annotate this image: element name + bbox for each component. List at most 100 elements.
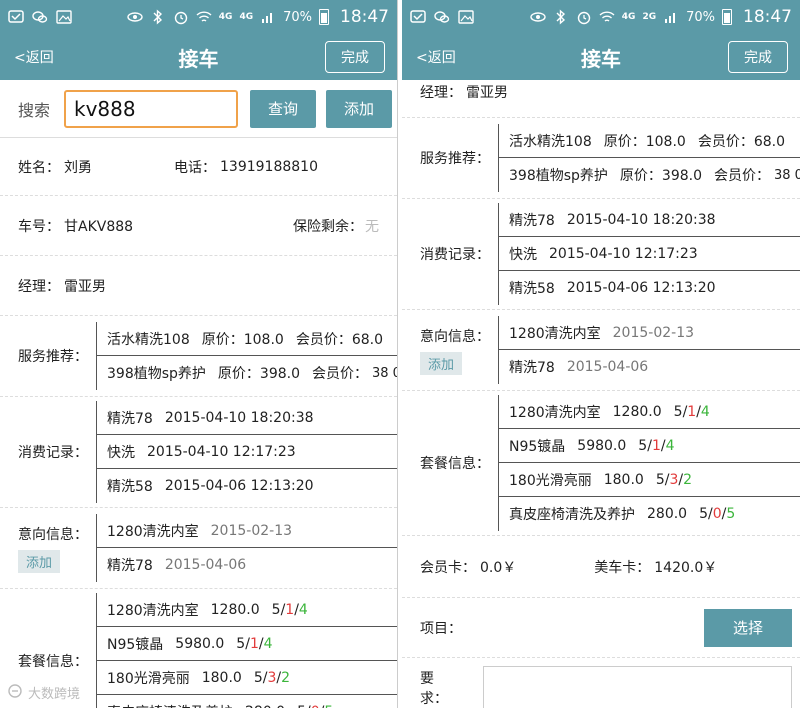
package-name: 1280清洗内室 bbox=[509, 404, 601, 421]
eye-icon bbox=[530, 9, 546, 25]
query-button[interactable]: 查询 bbox=[250, 89, 316, 128]
package-price: 1280.0 bbox=[612, 403, 662, 420]
service-orig-price: 原价：398.0 bbox=[619, 168, 702, 184]
consumption-name: 精洗78 bbox=[509, 212, 555, 229]
back-button[interactable]: <返回 bbox=[416, 47, 456, 67]
add-intention-button[interactable]: 添加 bbox=[18, 549, 61, 573]
consumption-time: 2015-04-10 12:17:23 bbox=[549, 245, 698, 262]
car-card-value: 1420.0￥ bbox=[654, 559, 718, 576]
service-member-price-tail: 38 0 bbox=[372, 365, 397, 381]
package-left: 5 bbox=[726, 506, 736, 522]
requirement-row: 要求： bbox=[402, 658, 800, 708]
package-item: N95镀晶 5980.0 5/1/4 bbox=[97, 627, 397, 661]
manager-name: 雷亚男 bbox=[64, 278, 106, 295]
package-name: 1280清洗内室 bbox=[107, 602, 199, 619]
add-customer-button[interactable]: 添加 bbox=[326, 89, 392, 128]
service-item[interactable]: 398植物sp养护 原价：398.0 会员价： 38 0 bbox=[499, 158, 800, 192]
manager-label: 经理： bbox=[18, 278, 60, 295]
search-label: 搜索 bbox=[18, 100, 51, 120]
package-item: 1280清洗内室 1280.0 5/1/4 bbox=[97, 593, 397, 627]
package-total: 5 bbox=[236, 635, 246, 652]
intention-date: 2015-02-13 bbox=[612, 324, 695, 341]
service-item[interactable]: 398植物sp养护 原价：398.0 会员价： 38 0 bbox=[97, 356, 397, 390]
watermark-logo-icon bbox=[8, 683, 24, 702]
back-button[interactable]: <返回 bbox=[14, 47, 54, 67]
intention-date: 2015-02-13 bbox=[210, 522, 293, 539]
package-item: 180光滑亮丽 180.0 5/3/2 bbox=[499, 463, 800, 497]
wechat-icon bbox=[434, 9, 450, 25]
title-bar: <返回 接车 完成 bbox=[402, 34, 800, 80]
package-item: 真皮座椅清洗及养护 280.0 5/0/5 bbox=[97, 695, 397, 708]
package-price: 5980.0 bbox=[577, 437, 627, 454]
intention-name: 1280清洗内室 bbox=[107, 523, 199, 540]
package-price: 1280.0 bbox=[210, 601, 260, 618]
wifi-icon bbox=[196, 9, 212, 25]
select-project-button[interactable]: 选择 bbox=[704, 608, 792, 647]
requirement-input[interactable] bbox=[483, 666, 792, 708]
plate-number: 甘AKV888 bbox=[64, 218, 134, 235]
package-name: 180光滑亮丽 bbox=[509, 472, 592, 489]
add-intention-button[interactable]: 添加 bbox=[420, 351, 463, 375]
done-button[interactable]: 完成 bbox=[325, 41, 385, 73]
consumption-time: 2015-04-10 12:17:23 bbox=[147, 443, 296, 460]
intention-item: 精洗78 2015-04-06 bbox=[499, 350, 800, 384]
package-left: 2 bbox=[683, 471, 693, 488]
package-used: 3 bbox=[669, 471, 679, 488]
done-button[interactable]: 完成 bbox=[728, 41, 788, 73]
service-member-price: 会员价： bbox=[312, 366, 368, 382]
package-used: 3 bbox=[267, 669, 277, 686]
package-total: 5 bbox=[655, 471, 665, 488]
service-orig-price: 原价：108.0 bbox=[603, 133, 686, 150]
status-bar: 4G 2G 70% 18:47 bbox=[402, 0, 800, 34]
battery-percent: 70% bbox=[283, 9, 312, 25]
service-item[interactable]: 活水精洗108 原价：108.0 会员价：68.0 bbox=[499, 124, 800, 158]
name-label: 姓名： bbox=[18, 159, 60, 176]
service-name: 活水精洗108 bbox=[509, 133, 592, 150]
manager-row: 经理： 雷亚男 bbox=[0, 256, 397, 316]
service-item[interactable]: 活水精洗108 原价：108.0 会员价：68.0 bbox=[97, 322, 397, 356]
service-orig-price: 原价：108.0 bbox=[201, 331, 284, 348]
message-icon bbox=[8, 9, 24, 25]
alarm-icon bbox=[173, 9, 189, 25]
image-icon bbox=[458, 9, 474, 25]
intention-item: 1280清洗内室 2015-02-13 bbox=[97, 514, 397, 548]
service-member-price: 会员价：68.0 bbox=[697, 133, 785, 150]
consumption-label: 消费记录： bbox=[18, 445, 88, 461]
plate-label: 车号： bbox=[18, 218, 60, 235]
package-used: 1 bbox=[687, 403, 697, 420]
package-used: 1 bbox=[651, 437, 661, 454]
consumption-time: 2015-04-10 18:20:38 bbox=[566, 211, 716, 228]
package-name: 真皮座椅清洗及养护 bbox=[107, 702, 233, 708]
package-left: 5 bbox=[324, 704, 333, 708]
customer-phone: 13919188810 bbox=[220, 158, 318, 175]
package-used: 0 bbox=[712, 506, 722, 522]
right-screen: 4G 2G 70% 18:47 <返回 接车 完成 经理： 雷亚男 服务推荐： … bbox=[402, 0, 800, 708]
consumption-name: 精洗58 bbox=[509, 281, 555, 297]
search-input[interactable]: kv888 bbox=[64, 89, 238, 128]
left-screen: 4G 4G 70% 18:47 <返回 接车 完成 搜索 kv888 查询 添加… bbox=[0, 0, 398, 708]
package-price: 280.0 bbox=[245, 704, 285, 708]
service-recommend-label: 服务推荐： bbox=[18, 349, 88, 365]
package-total: 5 bbox=[673, 403, 683, 420]
package-total: 5 bbox=[638, 437, 648, 454]
clock: 18:47 bbox=[743, 7, 792, 27]
insurance-label: 保险剩余： bbox=[293, 218, 363, 235]
watermark-text: 大数跨境 bbox=[28, 687, 81, 702]
consumption-item: 快洗 2015-04-10 12:17:23 bbox=[97, 435, 397, 469]
network-4g: 4G bbox=[218, 12, 233, 22]
package-price: 5980.0 bbox=[175, 635, 225, 652]
signal-icon bbox=[260, 9, 276, 25]
service-recommend-section: 服务推荐： 活水精洗108 原价：108.0 会员价：68.0 398植物sp养… bbox=[402, 118, 800, 199]
intention-section: 意向信息： 添加 1280清洗内室 2015-02-13 精洗78 2015-0… bbox=[402, 310, 800, 391]
package-used: 1 bbox=[285, 601, 295, 618]
service-member-price-tail: 38 0 bbox=[774, 167, 800, 183]
service-recommend-section: 服务推荐： 活水精洗108 原价：108.0 会员价：68.0 398植物sp养… bbox=[0, 316, 397, 397]
package-used: 0 bbox=[311, 704, 320, 708]
package-name: 180光滑亮丽 bbox=[107, 670, 190, 687]
package-left: 4 bbox=[665, 437, 675, 454]
package-item: 真皮座椅清洗及养护 280.0 5/0/5 bbox=[509, 506, 736, 523]
service-member-price: 会员价： bbox=[714, 168, 770, 184]
plate-row: 车号： 甘AKV888 保险剩余： 无 bbox=[0, 196, 397, 256]
consumption-label: 消费记录： bbox=[420, 247, 490, 263]
member-card-value: 0.0￥ bbox=[480, 559, 517, 576]
